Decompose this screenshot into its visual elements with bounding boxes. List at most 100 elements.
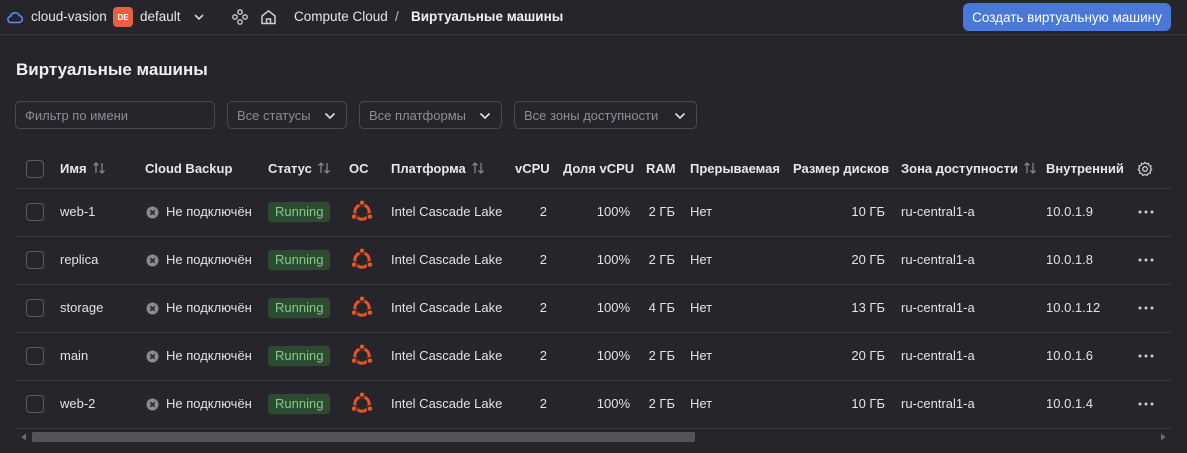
column-header-backup: Cloud Backup [145, 161, 233, 176]
divider [15, 428, 1171, 429]
vm-name-link[interactable]: web-2 [60, 396, 95, 411]
row-checkbox[interactable] [26, 347, 44, 365]
column-header-status[interactable]: Статус [268, 161, 331, 176]
ram-value: 2 ГБ [648, 204, 675, 219]
internal-ip-value: 10.0.1.9 [1046, 204, 1093, 219]
not-connected-icon [146, 398, 159, 411]
breadcrumb-current: Виртуальные машины [411, 9, 564, 24]
create-vm-button[interactable]: Создать виртуальную машину [963, 3, 1171, 31]
more-actions-icon[interactable] [1138, 401, 1154, 407]
ubuntu-icon [350, 295, 374, 317]
column-header-disk-size: Размер дисков [793, 161, 890, 176]
platform-value: Intel Cascade Lake [391, 396, 503, 411]
vcpu-share-value: 100% [596, 300, 630, 315]
vcpu-share-value: 100% [596, 348, 630, 363]
chevron-down-icon [674, 112, 686, 120]
vcpu-share-value: 100% [596, 396, 630, 411]
ram-value: 2 ГБ [648, 348, 675, 363]
vm-name-link[interactable]: web-1 [60, 204, 95, 219]
vcpu-value: 2 [539, 252, 547, 267]
more-actions-icon[interactable] [1138, 257, 1154, 263]
divider [15, 380, 1171, 381]
breadcrumb-compute-cloud[interactable]: Compute Cloud [294, 9, 388, 24]
column-header-internal: Внутренний [1046, 161, 1124, 176]
vcpu-value: 2 [539, 348, 547, 363]
vm-name-link[interactable]: replica [60, 252, 98, 267]
internal-ip-value: 10.0.1.4 [1046, 396, 1093, 411]
status-badge: Running [268, 346, 331, 366]
status-badge: Running [268, 298, 331, 318]
chevron-down-icon [324, 112, 336, 120]
scroll-right-arrow-icon[interactable] [1159, 433, 1167, 441]
platform-value: Intel Cascade Lake [391, 252, 503, 267]
status-badge: Running [268, 202, 331, 222]
more-actions-icon[interactable] [1138, 305, 1154, 311]
sort-icon[interactable] [317, 162, 331, 174]
chevron-down-icon[interactable] [193, 11, 205, 23]
ubuntu-icon [350, 199, 374, 221]
zone-value: ru-central1-a [901, 252, 975, 267]
name-filter-input[interactable]: Фильтр по имени [15, 101, 215, 129]
preemptible-value: Нет [690, 300, 713, 315]
row-checkbox[interactable] [26, 395, 44, 413]
preemptible-value: Нет [690, 204, 713, 219]
top-bar: cloud-vasion DE default Compute Cloud / … [0, 0, 1187, 35]
preemptible-value: Нет [690, 348, 713, 363]
page-title: Виртуальные машины [16, 60, 208, 79]
internal-ip-value: 10.0.1.12 [1046, 300, 1101, 315]
scroll-left-arrow-icon[interactable] [20, 433, 28, 441]
column-header-zone[interactable]: Зона доступности [901, 161, 1037, 176]
row-checkbox[interactable] [26, 299, 44, 317]
folder-avatar: DE [113, 7, 133, 27]
column-header-name[interactable]: Имя [60, 161, 106, 176]
disk-size-value: 20 ГБ [851, 252, 885, 267]
backup-status: Не подключён [166, 396, 252, 411]
more-actions-icon[interactable] [1138, 209, 1154, 215]
disk-size-value: 10 ГБ [851, 396, 885, 411]
not-connected-icon [146, 206, 159, 219]
vcpu-share-value: 100% [596, 204, 630, 219]
home-icon[interactable] [260, 9, 277, 25]
vm-name-link[interactable]: storage [60, 300, 103, 315]
status-badge: Running [268, 394, 331, 414]
zone-filter-select[interactable]: Все зоны доступности [514, 101, 697, 129]
zone-value: ru-central1-a [901, 204, 975, 219]
platform-value: Intel Cascade Lake [391, 348, 503, 363]
column-label: Платформа [391, 161, 466, 176]
vcpu-share-value: 100% [596, 252, 630, 267]
vm-name-link[interactable]: main [60, 348, 88, 363]
platform-filter-select[interactable]: Все платформы [359, 101, 502, 129]
folder-selector[interactable]: default [140, 9, 181, 24]
backup-status: Не подключён [166, 300, 252, 315]
status-filter-select[interactable]: Все статусы [227, 101, 347, 129]
row-checkbox[interactable] [26, 251, 44, 269]
backup-status: Не подключён [166, 204, 252, 219]
divider [15, 236, 1171, 237]
disk-size-value: 20 ГБ [851, 348, 885, 363]
cloud-icon [7, 11, 24, 24]
not-connected-icon [146, 254, 159, 267]
internal-ip-value: 10.0.1.8 [1046, 252, 1093, 267]
column-header-os: ОС [349, 161, 369, 176]
sort-icon[interactable] [1023, 162, 1037, 174]
zone-filter-value: Все зоны доступности [524, 107, 659, 123]
disk-size-value: 10 ГБ [851, 204, 885, 219]
sort-icon[interactable] [92, 162, 106, 174]
more-actions-icon[interactable] [1138, 353, 1154, 359]
ubuntu-icon [350, 247, 374, 269]
sort-icon[interactable] [471, 162, 485, 174]
cloud-selector[interactable]: cloud-vasion [31, 9, 107, 24]
backup-status: Не подключён [166, 252, 252, 267]
column-header-platform[interactable]: Платформа [391, 161, 485, 176]
gear-icon[interactable] [1137, 161, 1153, 177]
zone-value: ru-central1-a [901, 396, 975, 411]
row-checkbox[interactable] [26, 203, 44, 221]
vcpu-value: 2 [539, 300, 547, 315]
divider [15, 188, 1171, 189]
select-all-checkbox[interactable] [26, 160, 44, 178]
column-label: Имя [60, 161, 87, 176]
platform-value: Intel Cascade Lake [391, 300, 503, 315]
services-icon[interactable] [232, 9, 248, 25]
scrollbar-thumb[interactable] [32, 432, 695, 442]
vcpu-value: 2 [539, 204, 547, 219]
